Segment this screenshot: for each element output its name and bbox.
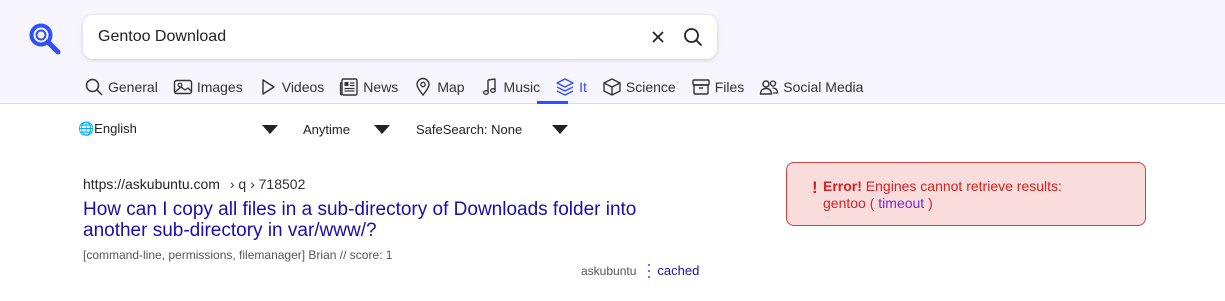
archive-icon (692, 79, 710, 95)
search-icon (684, 28, 702, 46)
error-heading: Error! (823, 178, 862, 194)
tab-label: Files (714, 79, 745, 95)
language-select-value: 🌐English (78, 121, 137, 136)
chevron-down-icon (552, 125, 568, 134)
category-tabs: General Images Videos News Map Music It (84, 76, 878, 98)
header-bar: General Images Videos News Map Music It (0, 0, 1225, 104)
result-url-host: https://askubuntu.com (83, 176, 220, 192)
tab-videos[interactable]: Videos (258, 77, 325, 97)
result-snippet: [command-line, permissions, filemanager]… (83, 248, 393, 262)
tab-files[interactable]: Files (691, 77, 745, 97)
search-box (83, 15, 717, 59)
tab-news[interactable]: News (339, 77, 398, 97)
language-select[interactable]: 🌐English (78, 118, 278, 140)
tab-label: Music (503, 79, 541, 95)
chevron-down-icon (374, 125, 390, 134)
result-url: https://askubuntu.com › q › 718502 (83, 176, 703, 192)
search-button[interactable] (682, 26, 704, 48)
tab-images[interactable]: Images (173, 77, 243, 97)
time-range-select-value: Anytime (303, 121, 350, 137)
tab-label: Social Media (783, 79, 864, 95)
tab-label: Science (625, 79, 676, 95)
alert-icon: ! (812, 178, 818, 197)
tab-general[interactable]: General (84, 77, 158, 97)
more-vertical-icon (645, 263, 653, 278)
chevron-down-icon (262, 125, 278, 134)
layers-icon (556, 78, 574, 96)
result-meta: askubuntu cached (581, 263, 699, 278)
tab-label: Map (437, 79, 465, 95)
cached-link[interactable]: cached (657, 263, 699, 278)
error-open-paren: ( (869, 195, 875, 211)
close-icon (652, 31, 664, 43)
error-message: Error! Engines cannot retrieve results: … (823, 178, 1123, 212)
safesearch-select[interactable]: SafeSearch: None (416, 118, 568, 140)
safesearch-select-value: SafeSearch: None (416, 121, 523, 137)
cube-icon (603, 78, 621, 96)
error-reason-link[interactable]: timeout (878, 195, 924, 211)
clear-button[interactable] (648, 27, 668, 47)
tab-label: It (579, 79, 587, 95)
tab-label: Videos (281, 79, 325, 95)
music-note-icon (482, 78, 496, 95)
result-engine: askubuntu (581, 263, 637, 278)
error-engine: gentoo (823, 195, 866, 211)
tab-science[interactable]: Science (602, 77, 676, 97)
map-pin-icon (416, 77, 431, 97)
tab-label: General (108, 79, 158, 95)
time-range-select[interactable]: Anytime (303, 118, 391, 140)
error-description: Engines cannot retrieve results: (865, 178, 1062, 194)
tab-it[interactable]: It (555, 77, 587, 97)
people-icon (760, 80, 779, 95)
play-icon (262, 79, 275, 95)
logo-search-icon[interactable] (28, 22, 62, 56)
tab-social-media[interactable]: Social Media (759, 77, 863, 97)
result-title-link[interactable]: How can I copy all files in a sub-direct… (83, 199, 703, 241)
search-result: https://askubuntu.com › q › 718502 How c… (83, 176, 703, 262)
search-icon (85, 78, 103, 96)
search-input[interactable] (98, 15, 628, 59)
tab-label: News (363, 79, 399, 95)
tab-label: Images (196, 79, 243, 95)
tab-map[interactable]: Map (413, 77, 465, 97)
engine-error-alert: ! Error! Engines cannot retrieve results… (786, 162, 1146, 226)
error-close-paren: ) (928, 195, 933, 211)
image-icon (173, 79, 193, 95)
tab-music[interactable]: Music (480, 77, 541, 97)
result-breadcrumbs: › q › 718502 (229, 176, 306, 192)
active-tab-indicator (537, 101, 568, 104)
newspaper-icon (340, 78, 358, 96)
